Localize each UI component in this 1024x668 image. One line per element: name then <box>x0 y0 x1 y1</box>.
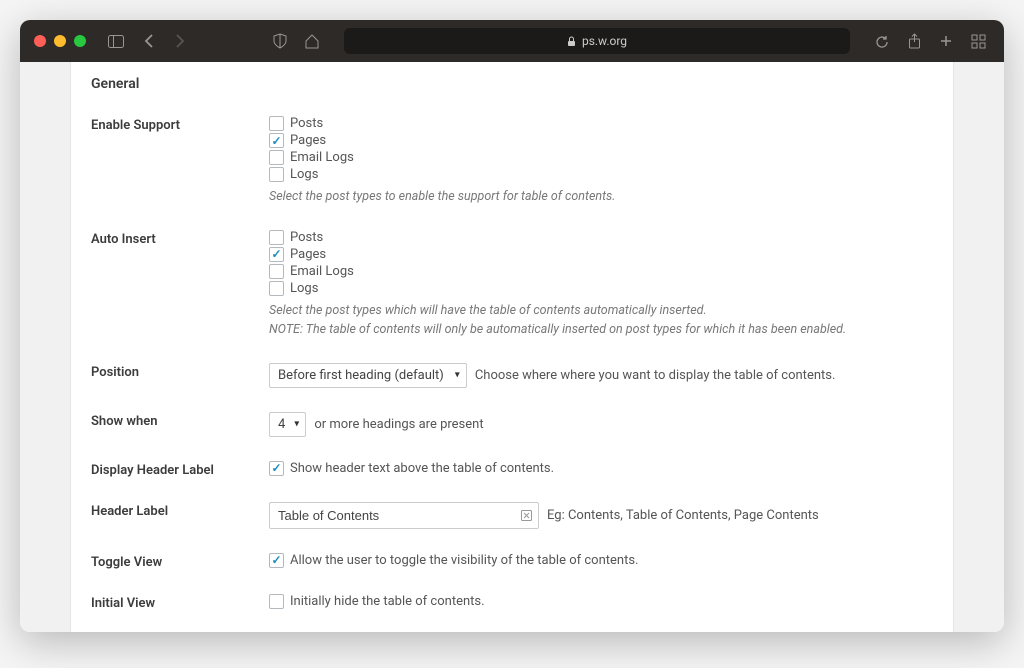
initial-view-checkbox[interactable] <box>269 594 284 609</box>
initial-view-row: Initial View Initially hide the table of… <box>91 594 933 611</box>
autoinsert-logs-checkbox[interactable] <box>269 281 284 296</box>
display-header-label: Display Header Label <box>91 461 269 478</box>
show-when-after-text: or more headings are present <box>314 417 483 432</box>
initial-view-text: Initially hide the table of contents. <box>290 594 485 609</box>
clear-icon[interactable] <box>519 508 533 522</box>
reload-button[interactable] <box>870 29 894 53</box>
show-when-row: Show when 4 or more headings are present <box>91 412 933 437</box>
autoinsert-posts-checkbox[interactable] <box>269 230 284 245</box>
autoinsert-logs-label: Logs <box>290 281 318 296</box>
position-after-text: Choose where where you want to display t… <box>475 368 836 383</box>
position-select[interactable]: Before first heading (default) <box>269 363 467 388</box>
settings-panel: General Enable Support Posts Pages Email… <box>70 62 954 632</box>
display-header-checkbox[interactable] <box>269 461 284 476</box>
enable-emaillogs-checkbox[interactable] <box>269 150 284 165</box>
header-label-after-text: Eg: Contents, Table of Contents, Page Co… <box>547 508 819 523</box>
home-button[interactable] <box>300 29 324 53</box>
enable-support-hint: Select the post types to enable the supp… <box>269 188 933 206</box>
enable-emaillogs-label: Email Logs <box>290 150 354 165</box>
autoinsert-pages-label: Pages <box>290 247 326 262</box>
page-content: General Enable Support Posts Pages Email… <box>20 62 1004 632</box>
autoinsert-emaillogs-label: Email Logs <box>290 264 354 279</box>
new-tab-button[interactable] <box>934 29 958 53</box>
close-window-button[interactable] <box>34 35 46 47</box>
autoinsert-pages-checkbox[interactable] <box>269 247 284 262</box>
browser-window: ps.w.org General Enable Support Posts Pa… <box>20 20 1004 632</box>
shield-icon[interactable] <box>268 29 292 53</box>
display-header-row: Display Header Label Show header text ab… <box>91 461 933 478</box>
position-row: Position Before first heading (default) … <box>91 363 933 388</box>
position-label: Position <box>91 363 269 380</box>
forward-button[interactable] <box>168 29 192 53</box>
toggle-view-label: Toggle View <box>91 553 269 570</box>
enable-support-row: Enable Support Posts Pages Email Logs Lo… <box>91 116 933 206</box>
auto-insert-label: Auto Insert <box>91 230 269 247</box>
enable-posts-checkbox[interactable] <box>269 116 284 131</box>
enable-posts-label: Posts <box>290 116 323 131</box>
toggle-view-text: Allow the user to toggle the visibility … <box>290 553 638 568</box>
tabs-overview-button[interactable] <box>966 29 990 53</box>
display-header-text: Show header text above the table of cont… <box>290 461 554 476</box>
browser-toolbar: ps.w.org <box>20 20 1004 62</box>
toggle-view-row: Toggle View Allow the user to toggle the… <box>91 553 933 570</box>
minimize-window-button[interactable] <box>54 35 66 47</box>
autoinsert-emaillogs-checkbox[interactable] <box>269 264 284 279</box>
enable-logs-checkbox[interactable] <box>269 167 284 182</box>
address-bar[interactable]: ps.w.org <box>344 28 850 54</box>
header-label-input[interactable] <box>269 502 539 529</box>
autoinsert-posts-label: Posts <box>290 230 323 245</box>
traffic-lights <box>34 35 86 47</box>
sidebar-toggle-button[interactable] <box>104 29 128 53</box>
header-label-row: Header Label Eg: Contents, Table of Cont… <box>91 502 933 529</box>
back-button[interactable] <box>136 29 160 53</box>
url-text: ps.w.org <box>582 34 627 48</box>
header-label-label: Header Label <box>91 502 269 519</box>
lock-icon <box>567 36 576 47</box>
auto-insert-hint2: NOTE: The table of contents will only be… <box>269 321 933 339</box>
enable-support-label: Enable Support <box>91 116 269 133</box>
enable-pages-label: Pages <box>290 133 326 148</box>
show-when-select[interactable]: 4 <box>269 412 306 437</box>
section-title: General <box>91 76 933 92</box>
share-button[interactable] <box>902 29 926 53</box>
initial-view-label: Initial View <box>91 594 269 611</box>
toggle-view-checkbox[interactable] <box>269 553 284 568</box>
enable-logs-label: Logs <box>290 167 318 182</box>
auto-insert-row: Auto Insert Posts Pages Email Logs Logs … <box>91 230 933 339</box>
show-when-label: Show when <box>91 412 269 429</box>
auto-insert-hint1: Select the post types which will have th… <box>269 302 933 320</box>
enable-pages-checkbox[interactable] <box>269 133 284 148</box>
maximize-window-button[interactable] <box>74 35 86 47</box>
